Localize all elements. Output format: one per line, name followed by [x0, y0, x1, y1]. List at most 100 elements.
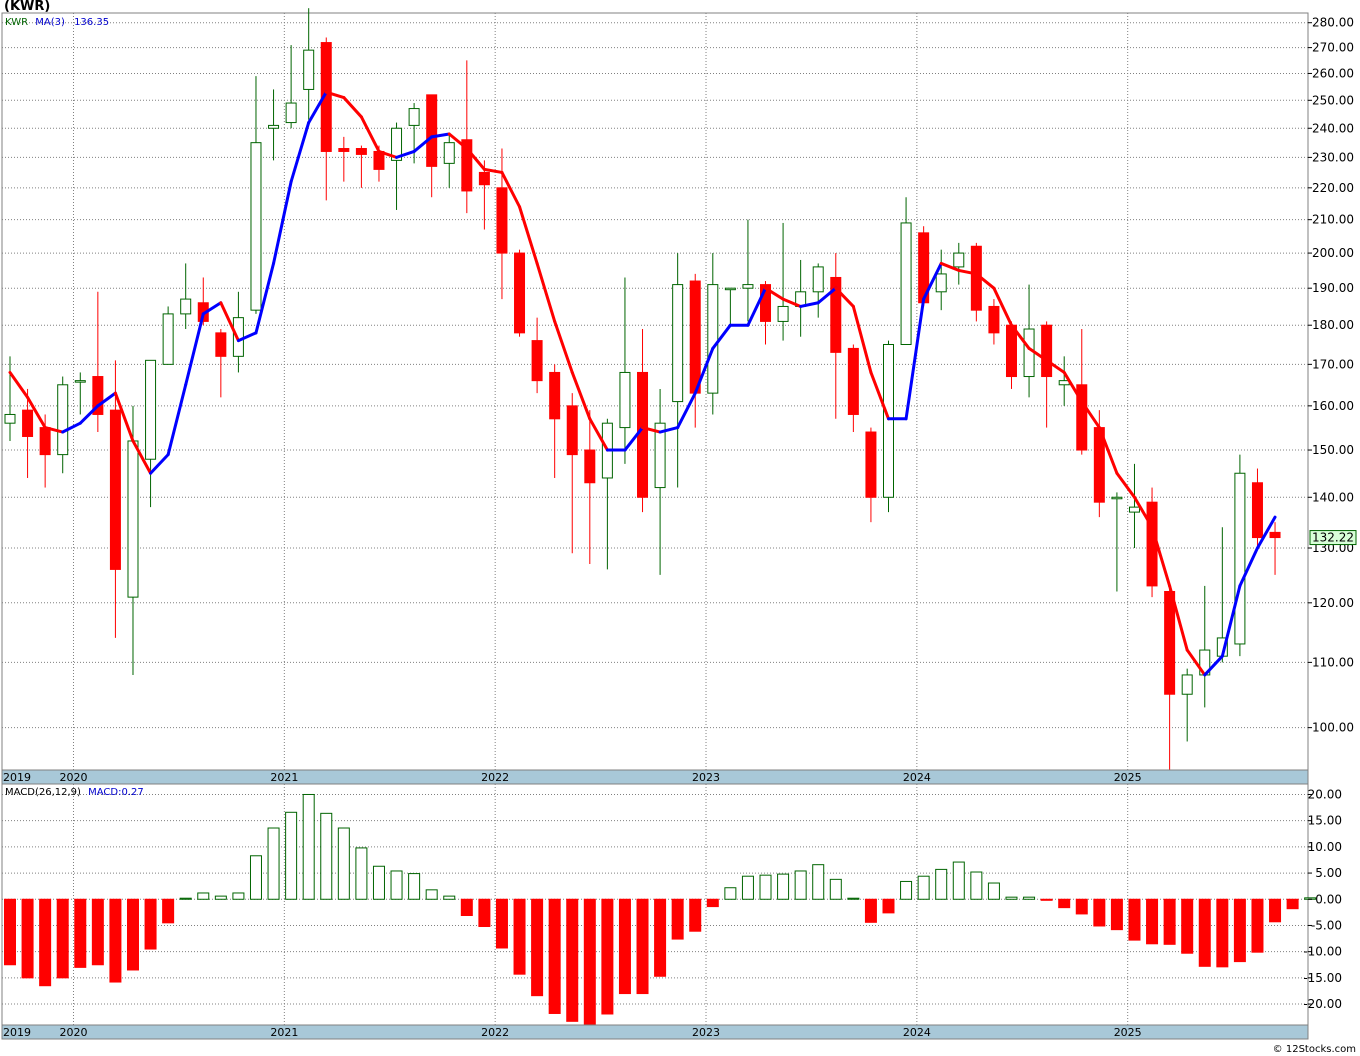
candle-body: [4, 413, 16, 424]
price-tick-label: 150.00: [1312, 443, 1354, 457]
price-panel: 100.00110.00120.00130.00140.00150.00160.…: [1, 8, 1357, 771]
macd-year-label: 2025: [1114, 1026, 1142, 1039]
macd-bar: [355, 847, 368, 900]
macd-bar: [1146, 898, 1159, 945]
price-tick-label: 260.00: [1312, 66, 1354, 80]
candle-body: [303, 49, 315, 90]
macd-bar: [126, 898, 139, 971]
price-y-axis: 100.00110.00120.00130.00140.00150.00160.…: [1308, 16, 1354, 735]
candle-body: [742, 284, 754, 289]
svg-text:KWR MA(3) 136.35: KWR MA(3) 136.35: [5, 17, 109, 28]
candle-body: [707, 284, 719, 394]
macd-bar: [531, 898, 544, 997]
price-tick-label: 220.00: [1312, 181, 1354, 195]
price-tick-label: 120.00: [1312, 596, 1354, 610]
price-year-label: 2022: [481, 771, 509, 784]
macd-tick-label: 15.00: [1308, 814, 1342, 828]
macd-bar: [970, 871, 983, 900]
stock-chart: 100.00110.00120.00130.00140.00150.00160.…: [1, 0, 1357, 1055]
price-tick-label: 110.00: [1312, 655, 1354, 669]
price-tick-label: 200.00: [1312, 246, 1354, 260]
macd-bar: [249, 855, 262, 900]
macd-bar: [900, 880, 913, 900]
candle-body: [443, 142, 455, 164]
macd-bar: [425, 889, 438, 900]
candle-body: [74, 380, 86, 383]
macd-year-label: 2019: [3, 1026, 31, 1039]
candle-body: [1251, 482, 1263, 539]
macd-bar: [864, 898, 877, 923]
candle-body: [900, 222, 912, 345]
macd-bar: [1040, 898, 1053, 901]
macd-bar: [302, 793, 315, 900]
macd-legend: MACD(26,12,9): [5, 787, 81, 798]
price-year-label: 2025: [1114, 771, 1142, 784]
macd-y-axis: 20.00 15.00 10.00 5.00 0.00 -5.00 -10.00 -15.00…: [1303, 787, 1342, 1011]
macd-bar: [443, 895, 456, 900]
macd-bar: [4, 898, 16, 966]
price-year-label: 2020: [59, 771, 87, 784]
macd-bar: [1093, 898, 1106, 927]
candle-body: [268, 124, 280, 129]
candle-body: [672, 284, 684, 403]
macd-bar: [91, 898, 104, 966]
macd-bar: [847, 897, 860, 900]
macd-bar: [197, 892, 210, 900]
price-year-band: [1, 769, 1309, 785]
macd-year-label: 2020: [59, 1026, 87, 1039]
macd-bar: [214, 895, 227, 900]
macd-bar: [952, 861, 965, 900]
price-tick-label: 170.00: [1312, 357, 1354, 371]
macd-bar: [601, 898, 614, 1015]
candle-body: [1005, 324, 1017, 378]
candle-body: [1023, 328, 1035, 378]
candle-body: [689, 280, 701, 394]
macd-bar: [1023, 896, 1036, 900]
candle-body: [215, 332, 227, 357]
macd-bar: [987, 882, 1000, 900]
macd-year-label: 2022: [481, 1026, 509, 1039]
macd-bar: [390, 870, 403, 900]
macd-bar: [232, 892, 245, 900]
candle-body: [566, 405, 578, 456]
candle-body: [1269, 531, 1281, 539]
macd-bar: [548, 898, 561, 1014]
price-year-label: 2023: [692, 771, 720, 784]
candle-body: [232, 317, 244, 357]
macd-year-band: [1, 1024, 1309, 1040]
macd-bar: [285, 811, 298, 900]
macd-bar: [812, 864, 825, 900]
price-year-label: 2024: [903, 771, 931, 784]
macd-bar: [56, 898, 69, 979]
macd-bar: [1128, 898, 1141, 941]
macd-tick-label: 0.00: [1315, 892, 1342, 906]
candle-body: [1234, 472, 1246, 645]
candle-body: [478, 171, 490, 186]
macd-bar: [935, 868, 948, 900]
legend-ma-value: 136.35: [74, 17, 109, 28]
candle-body: [847, 347, 859, 415]
candle-body: [1041, 324, 1053, 378]
candle-body: [812, 266, 824, 293]
macd-bar: [1005, 896, 1018, 900]
price-plot-frame: [1, 12, 1309, 771]
candle-body: [426, 94, 438, 167]
price-tick-label: 270.00: [1312, 41, 1354, 55]
macd-bar: [689, 898, 702, 932]
svg-text:MACD(26,12,9) MACD:0.27: MACD(26,12,9) MACD:0.27: [5, 787, 144, 798]
macd-bar: [759, 874, 772, 900]
candle-body: [549, 371, 561, 420]
macd-tick-label: 20.00: [1308, 787, 1342, 801]
candle-body: [180, 298, 192, 315]
last-price-label: 132.22: [1309, 530, 1357, 546]
macd-bar: [1251, 898, 1264, 953]
macd-bar: [1286, 898, 1299, 910]
candle-body: [162, 313, 174, 365]
legend-ticker: KWR: [5, 17, 28, 28]
macd-tick-label: 5.00: [1315, 866, 1342, 880]
candle-body: [1164, 590, 1176, 695]
candle-body: [531, 340, 543, 382]
macd-bar: [267, 827, 280, 900]
macd-bar: [882, 898, 895, 914]
macd-bar: [829, 878, 842, 900]
